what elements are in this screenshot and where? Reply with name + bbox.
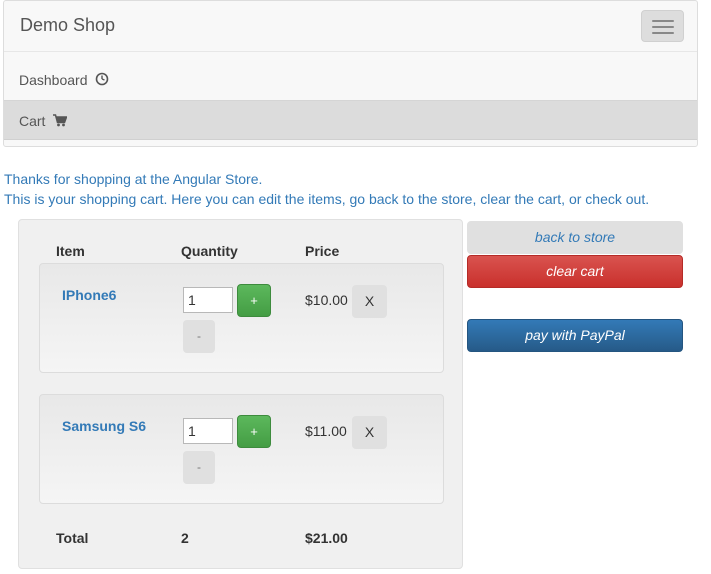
increase-quantity-button[interactable]: + — [237, 284, 271, 317]
nav-item-label: Cart — [19, 113, 46, 129]
intro-line-2: This is your shopping cart. Here you can… — [4, 191, 650, 207]
item-name-link[interactable]: Samsung S6 — [62, 418, 146, 434]
item-price: $11.00 — [305, 423, 347, 439]
pay-with-paypal-button[interactable]: pay with PayPal — [467, 319, 683, 352]
total-quantity: 2 — [181, 530, 189, 546]
item-name-link[interactable]: IPhone6 — [62, 287, 116, 303]
cart-item-row: Samsung S6 + - $11.00 X — [39, 394, 444, 504]
navbar-toggle-button[interactable] — [641, 10, 684, 42]
nav-item-cart[interactable]: Cart — [4, 100, 697, 140]
hamburger-menu-icon — [652, 32, 674, 34]
decrease-quantity-button[interactable]: - — [183, 320, 215, 353]
navbar-divider — [4, 51, 697, 52]
column-header-item: Item — [56, 243, 85, 259]
quantity-input[interactable] — [183, 287, 233, 313]
quantity-input[interactable] — [183, 418, 233, 444]
clear-cart-button[interactable]: clear cart — [467, 255, 683, 288]
increase-quantity-button[interactable]: + — [237, 415, 271, 448]
hamburger-menu-icon — [652, 20, 674, 22]
item-price: $10.00 — [305, 292, 348, 308]
back-to-store-button[interactable]: back to store — [467, 221, 683, 254]
hamburger-menu-icon — [652, 26, 674, 28]
nav-item-dashboard[interactable]: Dashboard — [4, 60, 697, 100]
dashboard-icon — [95, 61, 109, 101]
nav-item-label: Dashboard — [19, 72, 88, 88]
total-label: Total — [56, 530, 89, 546]
cart-item-row: IPhone6 + - $10.00 X — [39, 263, 444, 373]
column-header-price: Price — [305, 243, 340, 259]
intro-text: Thanks for shopping at the Angular Store… — [4, 169, 649, 209]
decrease-quantity-button[interactable]: - — [183, 451, 215, 484]
brand-title[interactable]: Demo Shop — [20, 15, 115, 36]
column-header-quantity: Quantity — [181, 243, 238, 259]
shopping-cart-icon — [53, 102, 68, 142]
total-price: $21.00 — [305, 530, 348, 546]
cart-panel: Item Quantity Price IPhone6 + - $10.00 X… — [18, 219, 463, 569]
remove-item-button[interactable]: X — [352, 416, 387, 449]
remove-item-button[interactable]: X — [352, 285, 387, 318]
intro-line-1: Thanks for shopping at the Angular Store… — [4, 171, 263, 187]
navbar: Demo Shop Dashboard Cart — [3, 0, 698, 147]
